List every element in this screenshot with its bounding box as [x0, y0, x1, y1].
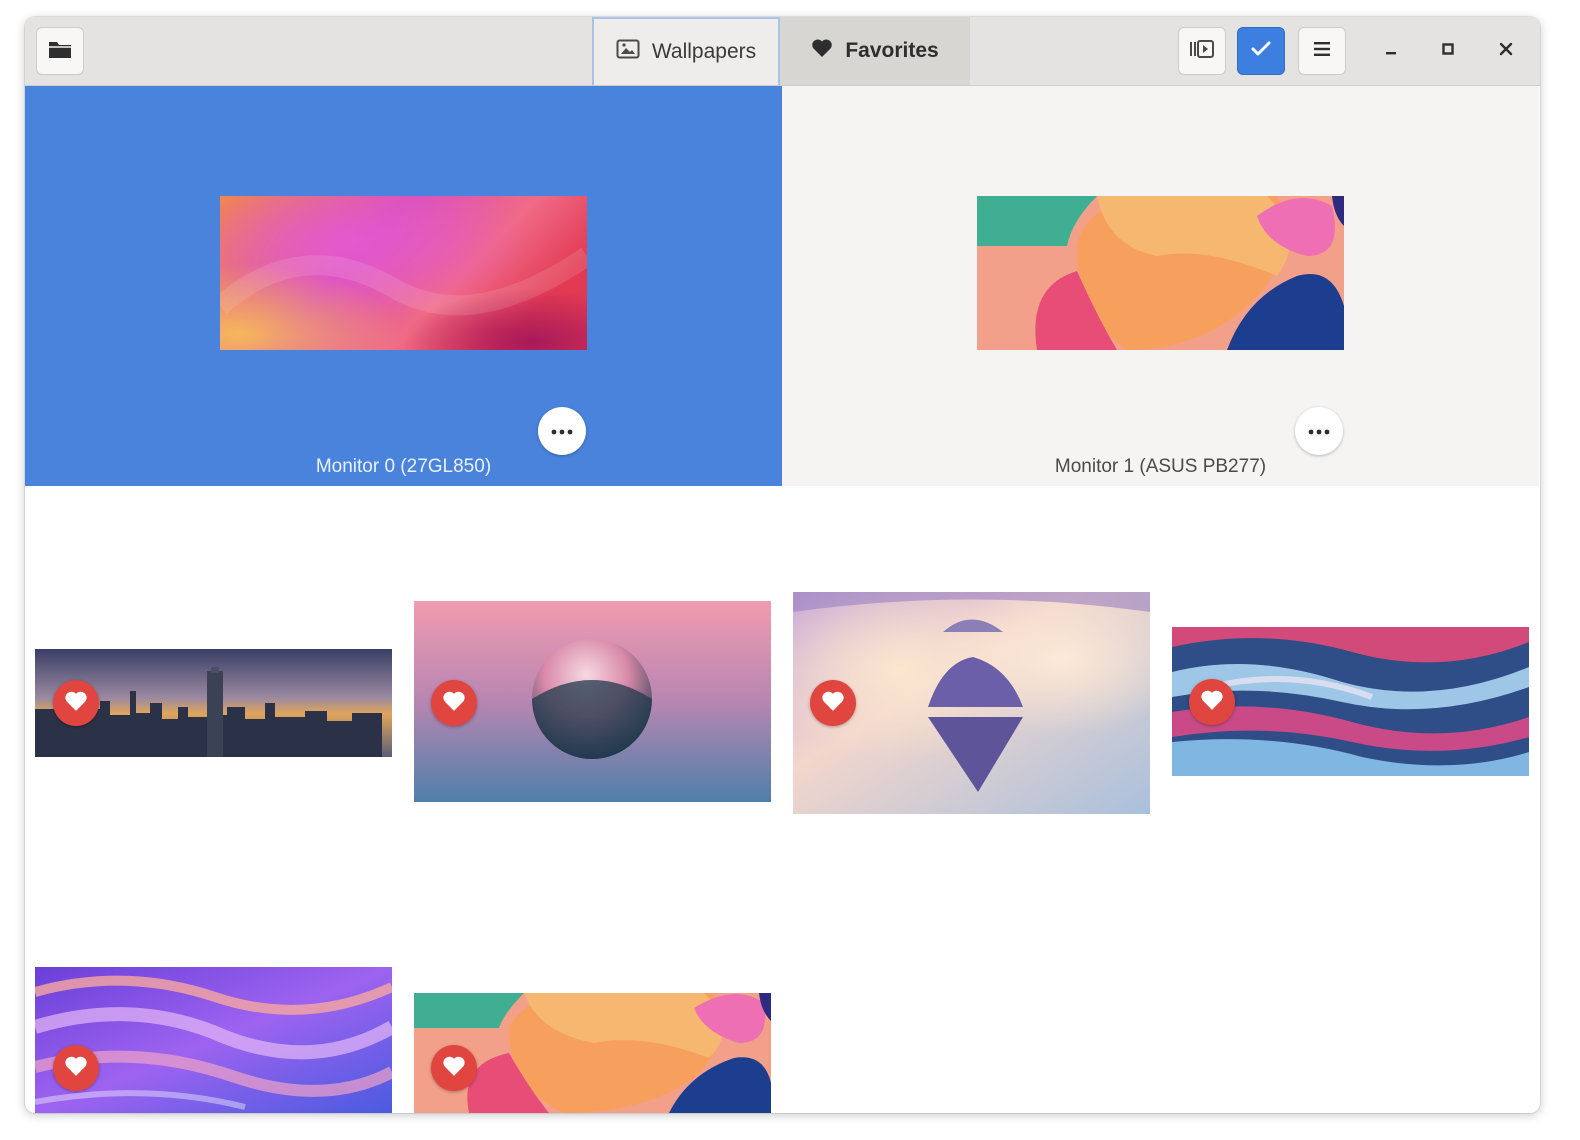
app-window: Wallpapers Favorites Monitor 0 (27GL850)… — [25, 17, 1540, 1113]
heart-icon — [64, 690, 88, 717]
hamburger-menu-icon — [1313, 41, 1331, 62]
more-dots-icon — [1308, 422, 1330, 440]
monitor-0-wallpaper-preview — [220, 196, 587, 350]
monitor-0-options-button[interactable] — [538, 407, 586, 455]
monitor-panel-1[interactable]: Monitor 1 (ASUS PB277) — [782, 86, 1539, 486]
favorite-button[interactable] — [53, 1045, 99, 1091]
heart-icon — [442, 1055, 466, 1082]
checkmark-icon — [1251, 41, 1271, 62]
favorite-button[interactable] — [431, 680, 477, 726]
favorite-button[interactable] — [810, 680, 856, 726]
heart-icon — [811, 38, 833, 64]
tab-favorites[interactable]: Favorites — [780, 17, 970, 85]
header-bar: Wallpapers Favorites — [25, 17, 1540, 86]
favorite-button[interactable] — [431, 1045, 477, 1091]
preview-panel-button[interactable] — [1178, 27, 1226, 75]
maximize-button[interactable] — [1432, 35, 1464, 67]
monitor-1-label: Monitor 1 (ASUS PB277) — [1054, 456, 1267, 477]
select-mode-button[interactable] — [1237, 27, 1285, 75]
close-button[interactable] — [1490, 35, 1522, 67]
wallpaper-tile[interactable] — [35, 649, 392, 757]
favorite-button[interactable] — [53, 680, 99, 726]
preview-panel-icon — [1189, 39, 1215, 63]
tab-label: Wallpapers — [651, 40, 757, 63]
monitor-1-options-button[interactable] — [1295, 407, 1343, 455]
minimize-button[interactable] — [1375, 35, 1407, 67]
maximize-icon — [1441, 42, 1455, 61]
minimize-icon — [1384, 42, 1398, 61]
tab-wallpapers[interactable]: Wallpapers — [592, 17, 780, 85]
wallpaper-tile[interactable] — [1172, 627, 1529, 776]
tab-label: Favorites — [845, 39, 939, 62]
heart-icon — [821, 690, 845, 717]
wallpaper-tile[interactable] — [414, 993, 771, 1113]
heart-icon — [64, 1055, 88, 1082]
wallpaper-tile[interactable] — [414, 601, 771, 802]
monitor-1-wallpaper-preview — [977, 196, 1344, 350]
heart-icon — [1200, 689, 1224, 716]
more-dots-icon — [551, 422, 573, 440]
wallpaper-tile[interactable] — [35, 967, 392, 1113]
folder-icon — [48, 39, 72, 64]
close-icon — [1499, 42, 1513, 61]
image-icon — [616, 39, 640, 65]
favorite-button[interactable] — [1189, 679, 1235, 725]
wallpaper-tile[interactable] — [793, 592, 1150, 814]
main-menu-button[interactable] — [1298, 27, 1346, 75]
heart-icon — [442, 690, 466, 717]
monitor-panel-0[interactable]: Monitor 0 (27GL850) — [25, 86, 782, 486]
monitor-0-label: Monitor 0 (27GL850) — [315, 456, 492, 477]
open-folder-button[interactable] — [36, 27, 84, 75]
